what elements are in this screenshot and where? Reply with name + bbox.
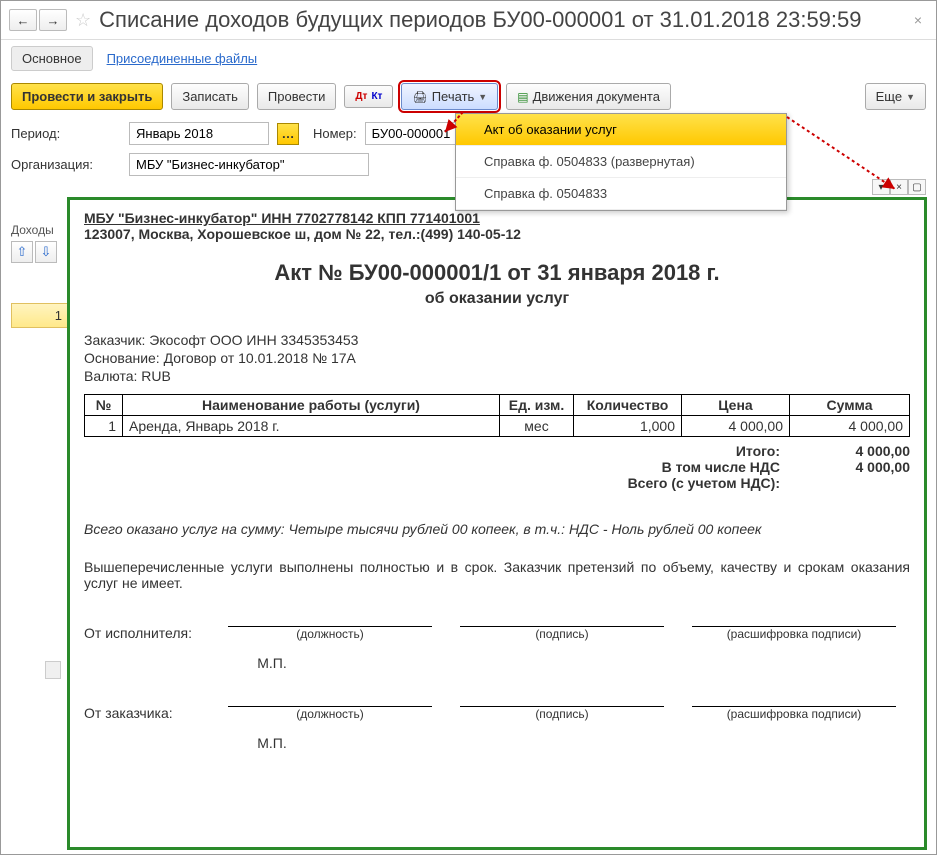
moves-label: Движения документа [533, 89, 660, 104]
left-arrow-buttons: ⇧ ⇩ [11, 241, 71, 263]
left-tab-header[interactable]: Доходы [11, 223, 71, 237]
cust-decode-slot: (расшифровка подписи) [692, 691, 896, 721]
print-button-label: Печать [432, 89, 475, 104]
annotation-arrow-right [783, 113, 903, 195]
cust-sign-slot: (подпись) [460, 691, 664, 721]
sub-restore[interactable]: ▢ [908, 179, 926, 195]
from-exec-label: От исполнителя: [84, 625, 214, 641]
arrow-up-button[interactable]: ⇧ [11, 241, 33, 263]
nds-label: В том числе НДС [628, 459, 780, 475]
dtkt-button[interactable]: ДтКт [344, 85, 393, 108]
col-unit: Ед. изм. [500, 395, 574, 416]
exec-position-slot: (должность) [228, 611, 432, 641]
close-icon[interactable]: × [908, 12, 928, 28]
services-table: № Наименование работы (услуги) Ед. изм. … [84, 394, 910, 437]
customer-line: Заказчик: Экософт ООО ИНН 3345353453 [84, 332, 910, 348]
vsego-value: 4 000,00 [780, 459, 910, 475]
left-panel: Доходы ⇧ ⇩ 1 [11, 223, 71, 328]
print-menu-item-ref-full[interactable]: Справка ф. 0504833 (развернутая) [456, 146, 786, 178]
chevron-down-icon: ▼ [478, 92, 487, 102]
col-sum: Сумма [790, 395, 910, 416]
scrollbar[interactable] [45, 661, 61, 679]
cell-sum: 4 000,00 [790, 416, 910, 437]
col-name: Наименование работы (услуги) [123, 395, 500, 416]
forward-button[interactable]: → [39, 9, 67, 31]
cell-name: Аренда, Январь 2018 г. [123, 416, 500, 437]
exec-decode-slot: (расшифровка подписи) [692, 611, 896, 641]
document-title: Списание доходов будущих периодов БУ00-0… [99, 7, 908, 33]
sign-row-cust: От заказчика: (должность) (подпись) (рас… [84, 691, 910, 721]
run-button[interactable]: Провести [257, 83, 337, 110]
tab-attached-files[interactable]: Присоединенные файлы [107, 51, 258, 66]
back-button[interactable]: ← [9, 9, 37, 31]
print-menu-item-ref[interactable]: Справка ф. 0504833 [456, 178, 786, 210]
print-button[interactable]: 🖨 Печать ▼ [401, 83, 498, 110]
exec-sign-slot: (подпись) [460, 611, 664, 641]
number-label: Номер: [313, 126, 357, 141]
cell-n: 1 [85, 416, 123, 437]
more-label: Еще [876, 89, 902, 104]
cell-price: 4 000,00 [682, 416, 790, 437]
org-label: Организация: [11, 157, 121, 172]
chevron-down-icon: ▼ [906, 92, 915, 102]
period-label: Период: [11, 126, 121, 141]
col-price: Цена [682, 395, 790, 416]
basis-line: Основание: Договор от 10.01.2018 № 17А [84, 350, 910, 366]
accept-text: Вышеперечисленные услуги выполнены полно… [84, 559, 910, 591]
print-dropdown-menu: Акт об оказании услуг Справка ф. 0504833… [455, 113, 787, 211]
star-icon[interactable]: ☆ [75, 10, 91, 31]
period-picker-button[interactable]: … [277, 123, 299, 145]
period-input[interactable] [129, 122, 269, 145]
currency-line: Валюта: RUB [84, 368, 910, 384]
vsego-label: Всего (с учетом НДС): [628, 475, 780, 491]
titlebar: ← → ☆ Списание доходов будущих периодов … [1, 1, 936, 40]
more-button[interactable]: Еще ▼ [865, 83, 926, 110]
report-preview: МБУ "Бизнес-инкубатор" ИНН 7702778142 КП… [67, 197, 927, 850]
mp-exec: М.П. [84, 655, 910, 671]
totals-values: 4 000,00 4 000,00 [780, 443, 910, 491]
col-qty: Количество [574, 395, 682, 416]
table-row: 1 Аренда, Январь 2018 г. мес 1,000 4 000… [85, 416, 910, 437]
run-and-close-button[interactable]: Провести и закрыть [11, 83, 163, 110]
org-input[interactable] [129, 153, 369, 176]
table-header-row: № Наименование работы (услуги) Ед. изм. … [85, 395, 910, 416]
sum-text: Всего оказано услуг на сумму: Четыре тыс… [84, 521, 910, 537]
act-subtitle: об оказании услуг [84, 290, 910, 308]
document-moves-button[interactable]: ▤ Движения документа [506, 83, 671, 110]
mp-cust: М.П. [84, 735, 910, 751]
print-menu-item-act[interactable]: Акт об оказании услуг [456, 114, 786, 146]
save-button[interactable]: Записать [171, 83, 249, 110]
annotation-arrow-left [439, 108, 469, 138]
tab-main[interactable]: Основное [11, 46, 93, 71]
cust-position-slot: (должность) [228, 691, 432, 721]
printer-icon: 🖨 [412, 90, 427, 104]
org-header-line1: МБУ "Бизнес-инкубатор" ИНН 7702778142 КП… [84, 210, 910, 226]
itogo-value: 4 000,00 [780, 443, 910, 459]
act-title: Акт № БУ00-000001/1 от 31 января 2018 г. [84, 260, 910, 286]
itogo-label: Итого: [628, 443, 780, 459]
totals-labels: Итого: В том числе НДС Всего (с учетом Н… [628, 443, 780, 491]
nav-buttons: ← → [9, 9, 67, 31]
table-row-number[interactable]: 1 [11, 303, 71, 328]
sign-row-exec: От исполнителя: (должность) (подпись) (р… [84, 611, 910, 641]
cell-unit: мес [500, 416, 574, 437]
arrow-down-button[interactable]: ⇩ [35, 241, 57, 263]
spreadsheet-icon: ▤ [517, 90, 528, 104]
tabs-row: Основное Присоединенные файлы [1, 40, 936, 75]
from-cust-label: От заказчика: [84, 705, 214, 721]
org-header-line2: 123007, Москва, Хорошевское ш, дом № 22,… [84, 226, 910, 242]
totals-block: Итого: В том числе НДС Всего (с учетом Н… [84, 443, 910, 491]
cell-qty: 1,000 [574, 416, 682, 437]
col-n: № [85, 395, 123, 416]
